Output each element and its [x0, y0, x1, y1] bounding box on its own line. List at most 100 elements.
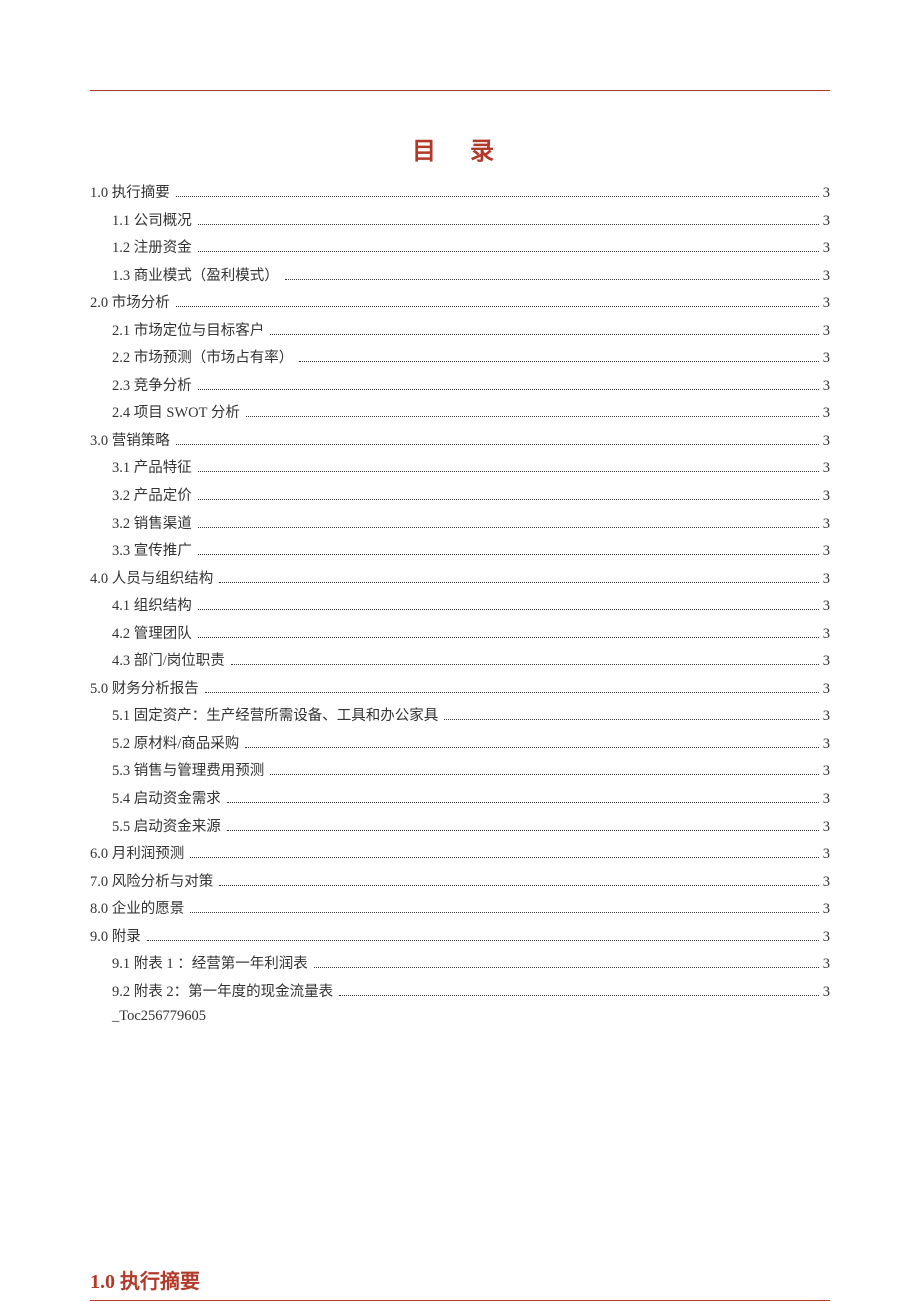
toc-entry-label: 9.2 附表 2：第一年度的现金流量表: [112, 979, 337, 1007]
toc-entry-label: 1.2 注册资金: [112, 235, 196, 263]
toc-entry[interactable]: 4.1 组织结构 3: [90, 593, 830, 621]
toc-leader-dots: [176, 196, 819, 197]
toc-entry[interactable]: 7.0 风险分析与对策3: [90, 869, 830, 897]
toc-entry[interactable]: 2.3 竞争分析3: [90, 373, 830, 401]
toc-entry-label: 5.3 销售与管理费用预测: [112, 758, 268, 786]
toc-entry-label: 2.0 市场分析: [90, 290, 174, 318]
toc-entry[interactable]: 3.3 宣传推广3: [90, 538, 830, 566]
toc-entry-page: 3: [821, 676, 830, 704]
toc-leader-dots: [190, 857, 819, 858]
toc-entry-page: 3: [821, 400, 830, 428]
toc-entry-label: 3.2 产品定价: [112, 483, 196, 511]
toc-entry[interactable]: 5.3 销售与管理费用预测3: [90, 758, 830, 786]
toc-leader-dots: [227, 802, 819, 803]
toc-bookmark-ref: _Toc256779605: [90, 1008, 830, 1025]
toc-entry-label: 3.2 销售渠道: [112, 511, 196, 539]
toc-leader-dots: [219, 885, 819, 886]
toc-entry[interactable]: 5.1 固定资产：生产经营所需设备、工具和办公家具 3: [90, 703, 830, 731]
toc-entry-page: 3: [821, 814, 830, 842]
toc-entry-page: 3: [821, 208, 830, 236]
toc-leader-dots: [219, 582, 819, 583]
toc-leader-dots: [314, 967, 819, 968]
toc-entry-label: 2.4 项目 SWOT 分析: [112, 400, 244, 428]
toc-leader-dots: [198, 499, 819, 500]
toc-leader-dots: [285, 279, 819, 280]
toc-leader-dots: [299, 361, 819, 362]
toc-entry-label: 1.0 执行摘要: [90, 180, 174, 208]
toc-leader-dots: [190, 912, 819, 913]
top-divider: [90, 90, 830, 91]
toc-entry[interactable]: 2.4 项目 SWOT 分析 3: [90, 400, 830, 428]
toc-entry-page: 3: [821, 290, 830, 318]
toc-leader-dots: [205, 692, 819, 693]
toc-entry[interactable]: 1.2 注册资金 3: [90, 235, 830, 263]
toc-entry-page: 3: [821, 979, 830, 1007]
toc-entry[interactable]: 4.0 人员与组织结构3: [90, 566, 830, 594]
toc-entry[interactable]: 2.1 市场定位与目标客户3: [90, 318, 830, 346]
toc-leader-dots: [246, 416, 819, 417]
toc-entry[interactable]: 3.2 销售渠道 3: [90, 511, 830, 539]
toc-entry-label: 4.1 组织结构: [112, 593, 196, 621]
toc-entry-label: 9.1 附表 1 ：经营第一年利润表: [112, 951, 312, 979]
toc-leader-dots: [245, 747, 818, 748]
toc-entry[interactable]: 1.0 执行摘要3: [90, 180, 830, 208]
toc-entry-page: 3: [821, 235, 830, 263]
toc-entry-page: 3: [821, 621, 830, 649]
toc-leader-dots: [227, 830, 819, 831]
toc-entry-label: 5.4 启动资金需求: [112, 786, 225, 814]
toc-entry-label: 4.3 部门/岗位职责: [112, 648, 229, 676]
toc-entry[interactable]: 3.0 营销策略 3: [90, 428, 830, 456]
toc-entry-label: 1.3 商业模式（盈利模式）: [112, 263, 283, 291]
toc-entry-page: 3: [821, 566, 830, 594]
toc-entry-page: 3: [821, 428, 830, 456]
toc-entry[interactable]: 5.4 启动资金需求 3: [90, 786, 830, 814]
toc-entry-label: 5.1 固定资产：生产经营所需设备、工具和办公家具: [112, 703, 442, 731]
toc-entry[interactable]: 9.1 附表 1 ：经营第一年利润表3: [90, 951, 830, 979]
toc-entry[interactable]: 4.3 部门/岗位职责3: [90, 648, 830, 676]
toc-entry-label: 8.0 企业的愿景: [90, 896, 188, 924]
toc-entry[interactable]: 3.1 产品特征 3: [90, 455, 830, 483]
toc-entry-page: 3: [821, 703, 830, 731]
toc-entry-label: 3.1 产品特征: [112, 455, 196, 483]
toc-entry-page: 3: [821, 455, 830, 483]
toc-entry-page: 3: [821, 896, 830, 924]
toc-entry[interactable]: 9.0 附录3: [90, 924, 830, 952]
toc-entry-label: 1.1 公司概况: [112, 208, 196, 236]
toc-leader-dots: [198, 471, 819, 472]
toc-entry[interactable]: 3.2 产品定价 3: [90, 483, 830, 511]
toc-leader-dots: [198, 609, 819, 610]
toc-entry[interactable]: 6.0 月利润预测3: [90, 841, 830, 869]
toc-entry[interactable]: 5.2 原材料/商品采购3: [90, 731, 830, 759]
toc-entry[interactable]: 1.1 公司概况 3: [90, 208, 830, 236]
toc-entry-page: 3: [821, 786, 830, 814]
toc-entry-page: 3: [821, 483, 830, 511]
toc-entry[interactable]: 2.2 市场预测（市场占有率）3: [90, 345, 830, 373]
toc-entry-page: 3: [821, 731, 830, 759]
toc-leader-dots: [339, 995, 819, 996]
toc-entry[interactable]: 2.0 市场分析 3: [90, 290, 830, 318]
toc-entry[interactable]: 1.3 商业模式（盈利模式）3: [90, 263, 830, 291]
toc-entry-label: 5.0 财务分析报告: [90, 676, 203, 704]
toc-entry[interactable]: 9.2 附表 2：第一年度的现金流量表 3: [90, 979, 830, 1007]
section-divider: [90, 1300, 830, 1301]
section-heading-block: 1.0 执行摘要: [90, 1265, 830, 1301]
toc-entry-label: 5.5 启动资金来源: [112, 814, 225, 842]
toc-entry-label: 3.3 宣传推广: [112, 538, 196, 566]
toc-leader-dots: [176, 444, 819, 445]
section-heading: 1.0 执行摘要: [90, 1265, 830, 1298]
toc-entry-label: 3.0 营销策略: [90, 428, 174, 456]
toc-leader-dots: [270, 774, 819, 775]
toc-entry-page: 3: [821, 841, 830, 869]
toc-entry[interactable]: 4.2 管理团队3: [90, 621, 830, 649]
toc-leader-dots: [198, 251, 819, 252]
toc-entry-label: 2.2 市场预测（市场占有率）: [112, 345, 297, 373]
toc-entry-label: 9.0 附录: [90, 924, 145, 952]
toc-entry-page: 3: [821, 511, 830, 539]
toc-entry-page: 3: [821, 869, 830, 897]
toc-entry[interactable]: 5.5 启动资金来源 3: [90, 814, 830, 842]
toc-leader-dots: [198, 389, 819, 390]
toc-entry[interactable]: 5.0 财务分析报告 3: [90, 676, 830, 704]
toc-entry-label: 2.1 市场定位与目标客户: [112, 318, 268, 346]
toc-entry[interactable]: 8.0 企业的愿景 3: [90, 896, 830, 924]
toc-entry-page: 3: [821, 593, 830, 621]
